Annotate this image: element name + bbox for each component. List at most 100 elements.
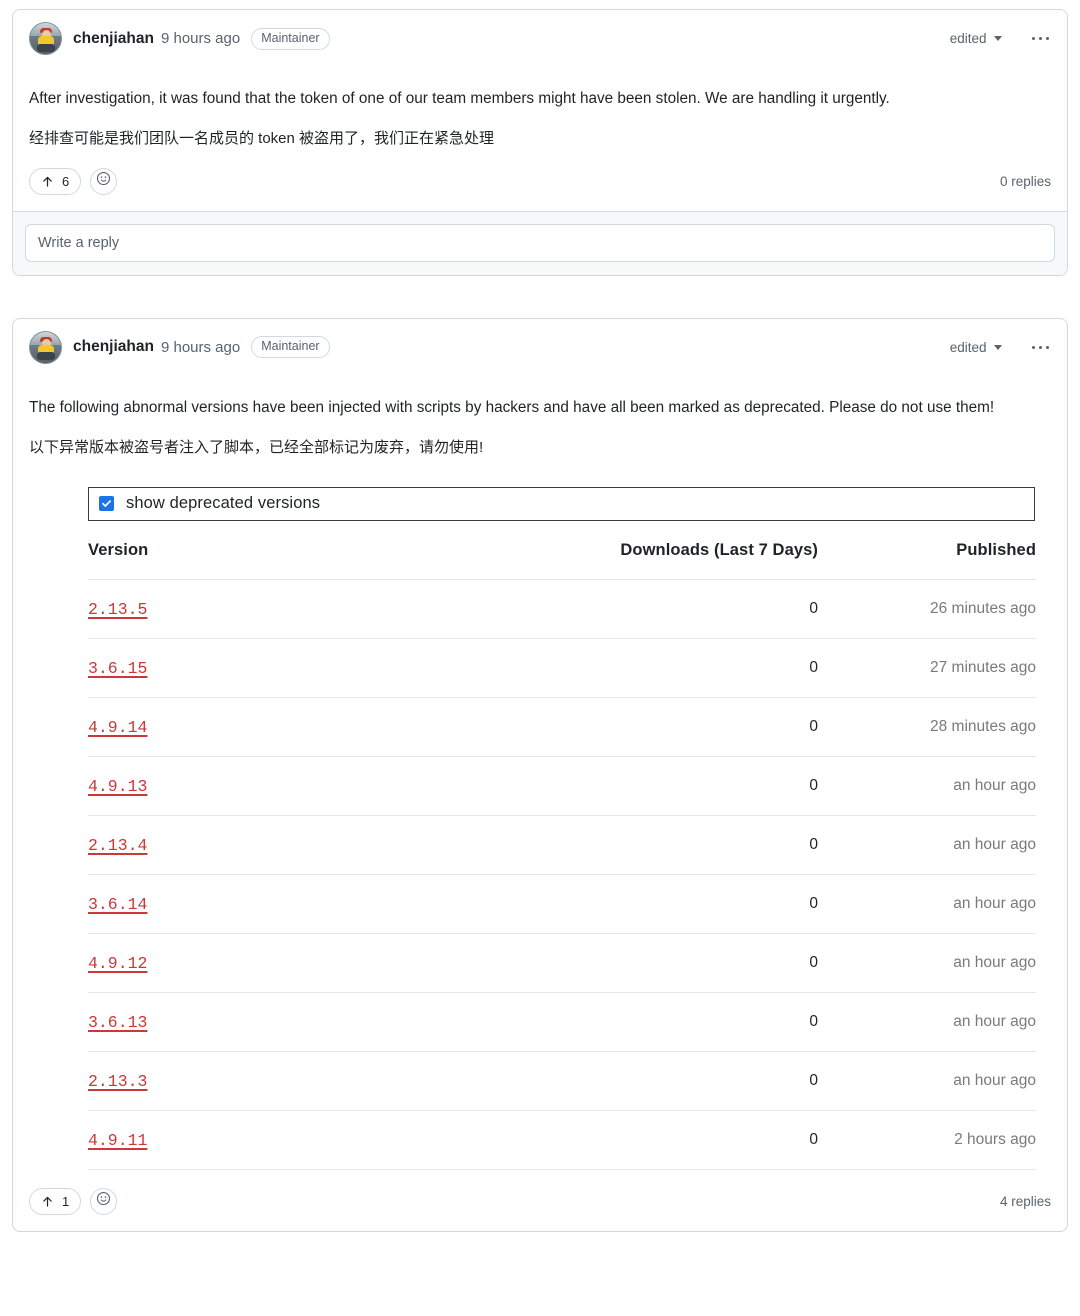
comment-author[interactable]: chenjiahan [73,30,154,48]
comment-timestamp: 9 hours ago [161,30,240,47]
versions-table-head: Version Downloads (Last 7 Days) Publishe… [88,541,1036,580]
avatar-legs [37,352,55,360]
edited-label: edited [950,340,987,355]
show-deprecated-label: show deprecated versions [126,494,320,513]
avatar[interactable] [29,331,62,364]
kebab-dot [1046,346,1050,350]
downloads-value: 0 [809,1072,818,1089]
comment-card-2: chenjiahan 9 hours ago Maintainer edited… [12,318,1068,1232]
downloads-cell: 0 [508,933,818,992]
table-row: 4.9.13 0 an hour ago [88,756,1036,815]
versions-table-body: 2.13.5 0 26 minutes ago 3.6.15 0 27 minutes a… [88,579,1036,1169]
downloads-cell: 0 [508,756,818,815]
table-row: 3.6.140an hour ago [88,874,1036,933]
upvote-button[interactable]: 1 [29,1188,81,1215]
chevron-down-icon [994,36,1002,41]
arrow-up-icon [41,1195,54,1208]
version-link[interactable]: 2.13.3 [88,1072,147,1091]
kebab-dot [1032,37,1036,41]
kebab-dot [1039,346,1043,350]
kebab-menu-icon[interactable] [1030,342,1052,354]
comment-spacer [0,276,1080,318]
comment-reactions-bar: 1 4 replies [13,1170,1067,1231]
published-value: 28 minutes ago [930,718,1036,735]
downloads-cell: 0 [508,638,818,697]
version-link[interactable]: 2.13.4 [88,836,147,855]
kebab-menu-icon[interactable] [1030,33,1052,45]
downloads-value: 0 [809,1131,818,1148]
comment-author[interactable]: chenjiahan [73,338,154,356]
show-deprecated-checkbox[interactable] [99,496,114,511]
version-cell: 3.6.15 [88,638,508,697]
comment-header-actions: edited [950,31,1051,46]
version-cell: 4.9.11 [88,1110,508,1169]
downloads-cell: 0 [508,1051,818,1110]
published-cell: an hour ago [818,874,1036,933]
version-cell: 4.9.14 [88,697,508,756]
version-link[interactable]: 4.9.11 [88,1131,147,1150]
edited-dropdown-button[interactable]: edited [950,340,1002,355]
add-reaction-button[interactable] [90,1188,117,1215]
upvote-count: 6 [62,174,69,189]
published-value: an hour ago [953,777,1036,794]
kebab-dot [1039,37,1043,41]
comment-header-actions: edited [950,340,1051,355]
published-cell: an hour ago [818,756,1036,815]
arrow-up-icon [41,175,54,188]
downloads-value: 0 [809,659,818,676]
published-value: 27 minutes ago [930,659,1036,676]
version-cell: 3.6.14 [88,874,508,933]
checkmark-icon [101,498,112,509]
replies-count: 0 replies [1000,174,1051,189]
version-link[interactable]: 4.9.13 [88,777,147,796]
table-row: 2.13.40an hour ago [88,815,1036,874]
published-cell: an hour ago [818,933,1036,992]
published-cell: an hour ago [818,815,1036,874]
comment-timestamp: 9 hours ago [161,339,240,356]
role-badge-maintainer: Maintainer [251,28,329,50]
downloads-value: 0 [809,1013,818,1030]
table-row: 2.13.30an hour ago [88,1051,1036,1110]
published-value: an hour ago [953,836,1036,853]
versions-table-header-row: Version Downloads (Last 7 Days) Publishe… [88,541,1036,580]
column-header-published: Published [818,541,1036,580]
published-value: an hour ago [953,954,1036,971]
downloads-cell: 0 [508,1110,818,1169]
published-value: 26 minutes ago [930,600,1036,617]
published-cell: 2 hours ago [818,1110,1036,1169]
version-cell: 2.13.4 [88,815,508,874]
version-link[interactable]: 2.13.5 [88,600,147,619]
smiley-face-icon [96,171,111,191]
comment-paragraph-en: The following abnormal versions have bee… [29,396,1051,420]
column-header-downloads: Downloads (Last 7 Days) [508,541,818,580]
downloads-cell: 0 [508,697,818,756]
comment-paragraph-zh: 以下异常版本被盗号者注入了脚本，已经全部标记为废弃，请勿使用! [29,436,1051,459]
comment-paragraph-en: After investigation, it was found that t… [29,87,1051,111]
published-value: an hour ago [953,1013,1036,1030]
version-cell: 4.9.12 [88,933,508,992]
version-link[interactable]: 4.9.12 [88,954,147,973]
downloads-value: 0 [809,777,818,794]
role-badge-maintainer: Maintainer [251,336,329,358]
edited-label: edited [950,31,987,46]
add-reaction-button[interactable] [90,168,117,195]
table-row: 4.9.11 02 hours ago [88,1110,1036,1169]
avatar[interactable] [29,22,62,55]
reply-input[interactable] [25,224,1055,262]
versions-table: Version Downloads (Last 7 Days) Publishe… [88,541,1036,1169]
edited-dropdown-button[interactable]: edited [950,31,1002,46]
table-row: 4.9.12 0 an hour ago [88,933,1036,992]
comment-paragraph-zh: 经排查可能是我们团队一名成员的 token 被盗用了，我们正在紧急处理 [29,127,1051,150]
comment-reactions-bar: 6 0 replies [13,150,1067,211]
version-link[interactable]: 3.6.13 [88,1013,147,1032]
show-deprecated-versions-row[interactable]: show deprecated versions [88,487,1035,521]
version-link[interactable]: 3.6.14 [88,895,147,914]
version-cell: 2.13.3 [88,1051,508,1110]
published-cell: an hour ago [818,992,1036,1051]
replies-count: 4 replies [1000,1194,1051,1209]
downloads-value: 0 [809,718,818,735]
comment-body: After investigation, it was found that t… [13,55,1067,150]
version-link[interactable]: 3.6.15 [88,659,147,678]
version-link[interactable]: 4.9.14 [88,718,147,737]
upvote-button[interactable]: 6 [29,168,81,195]
